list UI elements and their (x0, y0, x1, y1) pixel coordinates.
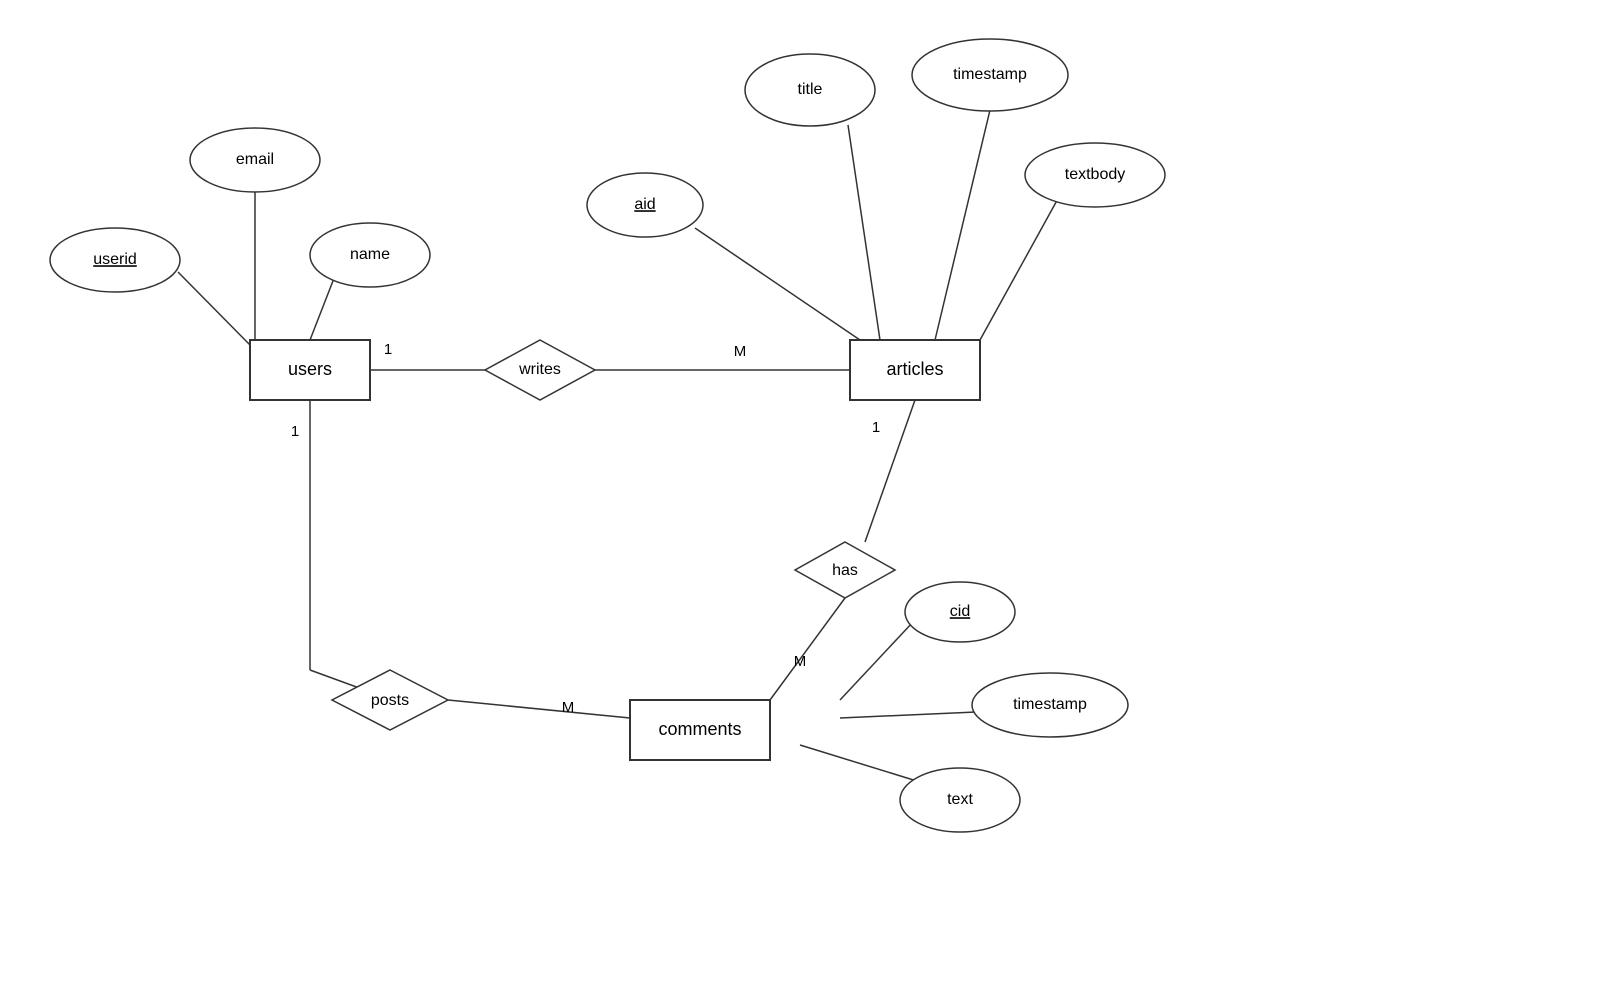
line-posts-comments (448, 700, 630, 718)
line-userid-users (178, 272, 250, 345)
entity-users-label: users (288, 359, 332, 379)
attr-title-label: title (798, 81, 823, 98)
attr-textbody-label: textbody (1065, 166, 1125, 183)
line-aid-articles (695, 228, 860, 340)
card-posts-m: M (562, 699, 575, 716)
line-timestamp-comments (840, 712, 976, 718)
attr-timestamp-articles-label: timestamp (953, 66, 1027, 83)
card-posts-1: 1 (291, 423, 299, 440)
line-timestamp-articles (935, 110, 990, 340)
line-text-comments (800, 745, 920, 782)
relationship-posts-label: posts (371, 692, 409, 709)
card-writes-m: M (734, 343, 747, 360)
er-diagram: 1 M 1 M 1 M writes has posts users artic… (0, 0, 1606, 998)
attr-timestamp-comments-label: timestamp (1013, 696, 1087, 713)
line-title-articles (848, 125, 880, 340)
line-has-comments (770, 598, 845, 700)
attr-email-label: email (236, 151, 274, 168)
relationship-writes-label: writes (518, 361, 561, 378)
card-has-m: M (794, 653, 807, 670)
attr-text-label: text (947, 791, 973, 808)
card-has-1: 1 (872, 419, 880, 436)
attr-userid-label: userid (93, 251, 137, 268)
line-textbody-articles (980, 195, 1060, 340)
attr-cid-label: cid (950, 603, 970, 620)
entity-comments-label: comments (658, 719, 741, 739)
line-cid-comments (840, 622, 913, 700)
entity-articles-label: articles (886, 359, 943, 379)
relationship-has-label: has (832, 562, 858, 579)
card-writes-1: 1 (384, 341, 392, 358)
attr-aid-label: aid (634, 196, 655, 213)
attr-name-label: name (350, 246, 390, 263)
